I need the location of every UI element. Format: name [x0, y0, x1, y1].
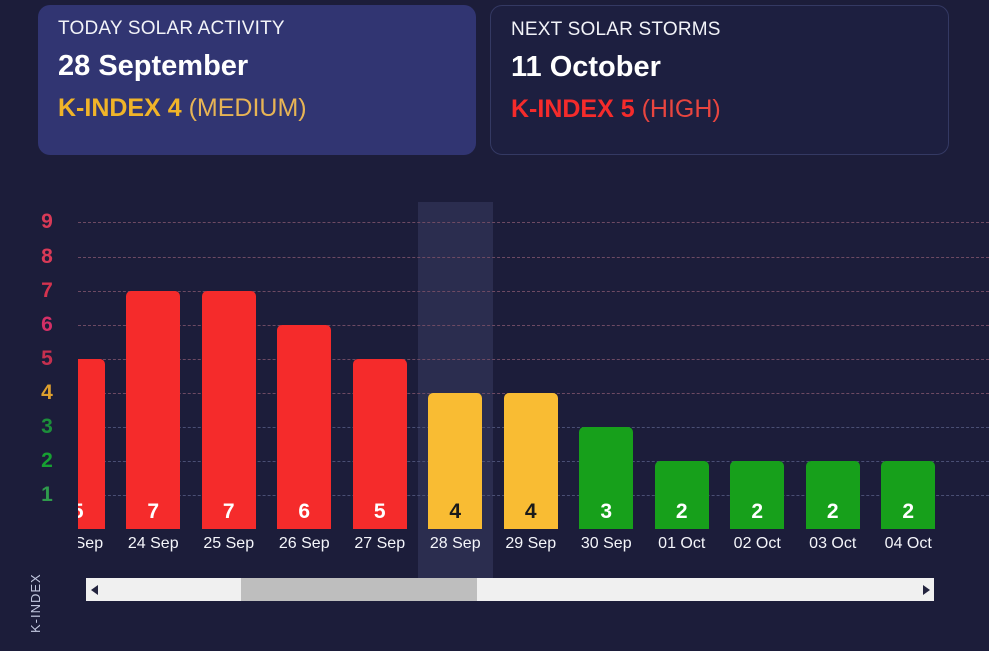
x-axis-tick-label: 28 Sep: [429, 535, 481, 552]
y-axis-tick-8: 8: [41, 244, 53, 268]
card-kindex: K-INDEX 4 (MEDIUM): [58, 93, 456, 123]
bar-value-label: 4: [524, 500, 537, 523]
scroll-right-arrow-icon[interactable]: [918, 578, 934, 601]
y-axis-tick-4: 4: [41, 380, 53, 404]
bar[interactable]: 5: [352, 358, 407, 529]
y-axis-tick-6: 6: [41, 312, 53, 336]
bar[interactable]: 3: [579, 426, 634, 529]
summary-cards: TODAY SOLAR ACTIVITY 28 September K-INDE…: [0, 0, 989, 160]
scrollbar-track[interactable]: [102, 578, 918, 601]
bar[interactable]: 5: [78, 358, 105, 529]
x-axis-tick-label: 01 Oct: [658, 535, 706, 552]
bar-value-label: 5: [78, 501, 84, 529]
y-axis-tick-9: 9: [41, 210, 53, 234]
bar-value-label: 3: [600, 500, 613, 523]
x-axis-tick-label: 30 Sep: [580, 535, 632, 552]
bar-value-label: 2: [751, 500, 764, 523]
bar[interactable]: 2: [730, 460, 785, 529]
x-axis-tick-label: 04 Oct: [884, 535, 932, 552]
today-solar-activity-card[interactable]: TODAY SOLAR ACTIVITY 28 September K-INDE…: [38, 5, 476, 155]
x-axis-labels: 23 Sep 24 Sep 25 Sep 26 Sep 27 Sep 28 Sep 29 S…: [78, 531, 989, 563]
bar[interactable]: 6: [277, 324, 332, 529]
bar[interactable]: 2: [881, 460, 936, 529]
x-axis-tick-label: 03 Oct: [809, 535, 857, 552]
y-axis-tick-5: 5: [41, 346, 53, 370]
x-axis-tick-label: 25 Sep: [203, 535, 255, 552]
y-axis-tick-2: 2: [41, 448, 53, 472]
bar-value-label: 5: [373, 500, 386, 523]
y-axis-tick-7: 7: [41, 278, 53, 302]
bar-value-label: 6: [298, 500, 311, 523]
card-kindex: K-INDEX 5 (HIGH): [511, 94, 928, 124]
bar-value-label: 4: [449, 500, 462, 523]
scrollbar-thumb[interactable]: [240, 578, 478, 601]
card-kindex-value: K-INDEX 4: [58, 93, 182, 122]
bar-value-label: 7: [222, 500, 235, 523]
x-axis-tick-label: 27 Sep: [354, 535, 406, 552]
x-axis-tick-label: 02 Oct: [733, 535, 781, 552]
x-axis-tick-label: 29 Sep: [505, 535, 557, 552]
bar[interactable]: 2: [654, 460, 709, 529]
y-axis-title: K-INDEX: [28, 573, 43, 633]
next-solar-storms-card[interactable]: NEXT SOLAR STORMS 11 October K-INDEX 5 (…: [490, 5, 949, 155]
bar-value-label: 2: [675, 500, 688, 523]
x-axis-tick-label: 26 Sep: [278, 535, 330, 552]
scroll-left-arrow-icon[interactable]: [86, 578, 102, 601]
chart-horizontal-scrollbar[interactable]: [86, 578, 934, 601]
bar[interactable]: 7: [126, 290, 181, 529]
card-kindex-level: (HIGH): [641, 94, 721, 123]
card-title: NEXT SOLAR STORMS: [511, 19, 721, 40]
bar-value-label: 2: [902, 500, 915, 523]
bar-value-label: 7: [147, 500, 160, 523]
k-index-bar-chart: K-INDEX 577654432222 23 Sep24 Sep25 Sep2…: [0, 160, 989, 651]
bar-value-label: 2: [826, 500, 839, 523]
bar[interactable]: 7: [201, 290, 256, 529]
card-date: 11 October: [511, 50, 661, 83]
bars-group: 5 7 7 6 5 4 4 3 2 2 2 2: [78, 202, 989, 529]
bar[interactable]: 2: [805, 460, 860, 529]
x-axis-tick-label: 23 Sep: [78, 535, 104, 552]
card-date: 28 September: [58, 49, 249, 82]
y-axis-tick-1: 1: [41, 482, 53, 506]
card-kindex-level: (MEDIUM): [188, 93, 307, 122]
x-axis-tick-label: 24 Sep: [127, 535, 179, 552]
bar[interactable]: 4: [503, 392, 558, 529]
card-kindex-value: K-INDEX 5: [511, 94, 635, 123]
bar[interactable]: 4: [428, 392, 483, 529]
card-title: TODAY SOLAR ACTIVITY: [58, 18, 285, 39]
y-axis-tick-3: 3: [41, 414, 53, 438]
